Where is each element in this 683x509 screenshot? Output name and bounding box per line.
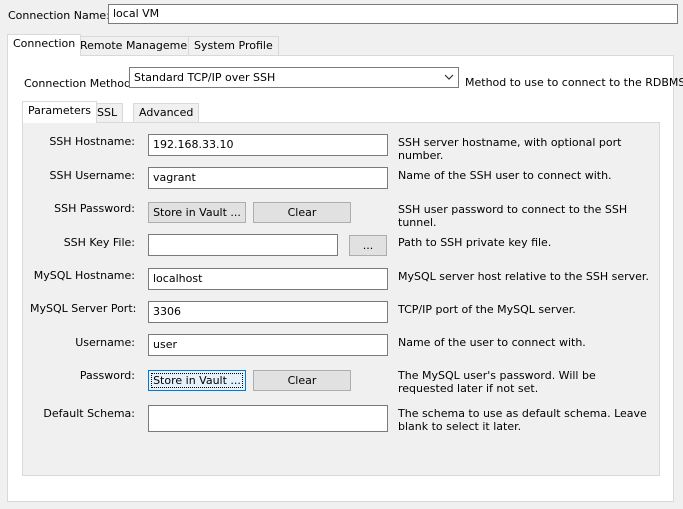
- connection-method-select[interactable]: Standard TCP/IP over SSH: [129, 67, 459, 88]
- default-schema-help: The schema to use as default schema. Lea…: [398, 407, 647, 433]
- connection-method-label: Connection Method:: [24, 77, 135, 90]
- username-label: Username:: [75, 336, 135, 349]
- ssh-username-label: SSH Username:: [49, 169, 135, 182]
- connection-method-value: Standard TCP/IP over SSH: [134, 71, 276, 84]
- ssh-username-help: Name of the SSH user to connect with.: [398, 169, 612, 182]
- connection-name-label: Connection Name:: [8, 9, 110, 22]
- mysql-hostname-label: MySQL Hostname:: [33, 269, 135, 282]
- chevron-down-icon: [444, 68, 454, 87]
- mysql-hostname-input[interactable]: localhost: [148, 268, 388, 290]
- password-clear-button[interactable]: Clear: [253, 370, 351, 391]
- ssh-key-file-help: Path to SSH private key file.: [398, 236, 552, 249]
- ssh-key-file-browse-button[interactable]: ...: [349, 235, 387, 256]
- tab-advanced[interactable]: Advanced: [133, 103, 200, 123]
- ssh-password-clear-button[interactable]: Clear: [253, 202, 351, 223]
- default-schema-input[interactable]: [148, 405, 388, 432]
- ssh-hostname-help: SSH server hostname, with optional port …: [398, 136, 622, 162]
- ssh-password-label: SSH Password:: [54, 202, 135, 215]
- focus-ring: [151, 373, 243, 388]
- connection-name-input[interactable]: local VM: [108, 4, 678, 24]
- tab-system-profile[interactable]: System Profile: [188, 36, 279, 56]
- tab-connection[interactable]: Connection: [7, 34, 82, 56]
- password-label: Password:: [79, 369, 135, 382]
- mysql-port-help: TCP/IP port of the MySQL server.: [398, 303, 576, 316]
- ssh-password-store-button[interactable]: Store in Vault ...: [148, 202, 246, 223]
- username-help: Name of the user to connect with.: [398, 336, 586, 349]
- tab-parameters[interactable]: Parameters: [22, 101, 97, 123]
- ssh-key-file-input[interactable]: [148, 234, 338, 256]
- password-store-button[interactable]: Store in Vault ...: [148, 370, 246, 391]
- mysql-hostname-help: MySQL server host relative to the SSH se…: [398, 270, 649, 283]
- ssh-key-file-label: SSH Key File:: [63, 236, 135, 249]
- mysql-port-label: MySQL Server Port:: [30, 302, 137, 315]
- username-input[interactable]: user: [148, 334, 388, 356]
- password-help: The MySQL user's password. Will be reque…: [398, 369, 596, 395]
- ssh-hostname-input[interactable]: 192.168.33.10: [148, 134, 388, 156]
- connection-method-help: Method to use to connect to the RDBMS: [465, 76, 683, 89]
- ssh-password-help: SSH user password to connect to the SSH …: [398, 203, 628, 229]
- default-schema-label: Default Schema:: [43, 407, 135, 420]
- mysql-port-input[interactable]: 3306: [148, 301, 388, 323]
- ssh-username-input[interactable]: vagrant: [148, 167, 388, 189]
- ssh-hostname-label: SSH Hostname:: [49, 135, 135, 148]
- tab-remote-management[interactable]: Remote Management: [74, 36, 205, 56]
